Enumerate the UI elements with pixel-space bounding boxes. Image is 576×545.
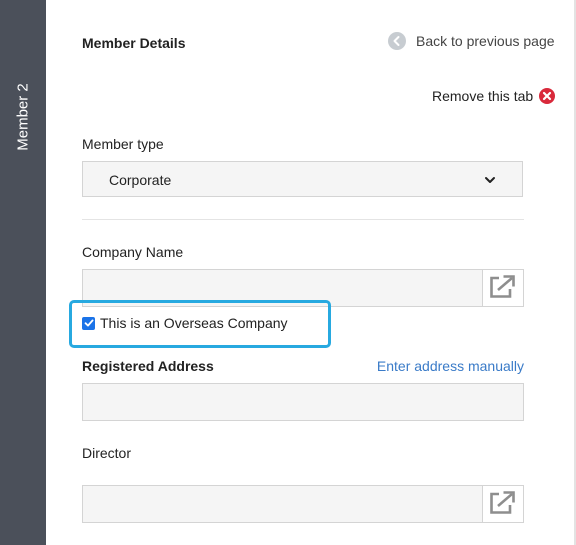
- director-label: Director: [82, 445, 132, 461]
- overseas-company-option[interactable]: This is an Overseas Company: [82, 315, 288, 331]
- remove-tab-link[interactable]: Remove this tab: [432, 88, 556, 104]
- registered-address-label: Registered Address: [82, 358, 214, 374]
- director-lookup-button[interactable]: [482, 486, 523, 522]
- company-lookup-button[interactable]: [482, 270, 523, 306]
- member-type-select[interactable]: Corporate: [82, 161, 523, 197]
- company-name-label: Company Name: [82, 244, 184, 260]
- side-tab-label: Member 2: [14, 83, 32, 151]
- member-type-value: Corporate: [109, 172, 172, 188]
- back-to-previous-link[interactable]: Back to previous page: [388, 32, 555, 50]
- section-divider: [82, 219, 524, 220]
- close-circle-icon[interactable]: [539, 88, 556, 104]
- external-link-icon: [489, 489, 517, 520]
- member-type-label: Member type: [82, 136, 164, 152]
- page-title: Member Details: [82, 35, 186, 51]
- member-side-tab[interactable]: Member 2: [0, 0, 46, 545]
- chevron-down-icon: [484, 173, 496, 189]
- registered-address-input[interactable]: [82, 383, 524, 421]
- arrow-left-circle-icon: [388, 32, 406, 50]
- company-name-input[interactable]: [82, 269, 524, 307]
- overseas-checkbox[interactable]: [82, 316, 95, 330]
- check-icon: [84, 319, 93, 327]
- remove-tab-label: Remove this tab: [432, 88, 534, 104]
- external-link-icon: [489, 273, 517, 304]
- enter-address-manually-link[interactable]: Enter address manually: [377, 358, 524, 374]
- back-link-label: Back to previous page: [416, 33, 555, 49]
- director-input[interactable]: [82, 485, 524, 523]
- overseas-label: This is an Overseas Company: [100, 315, 288, 331]
